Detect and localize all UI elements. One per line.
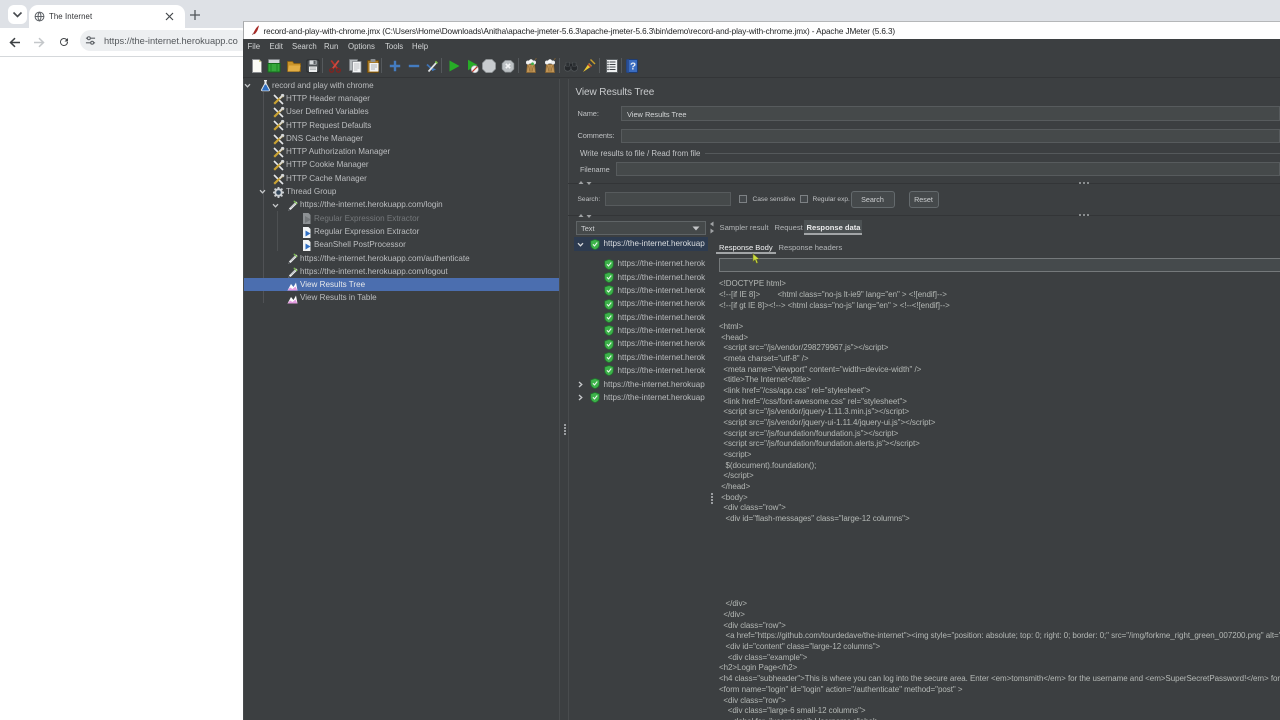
- svg-text:?: ?: [629, 61, 635, 72]
